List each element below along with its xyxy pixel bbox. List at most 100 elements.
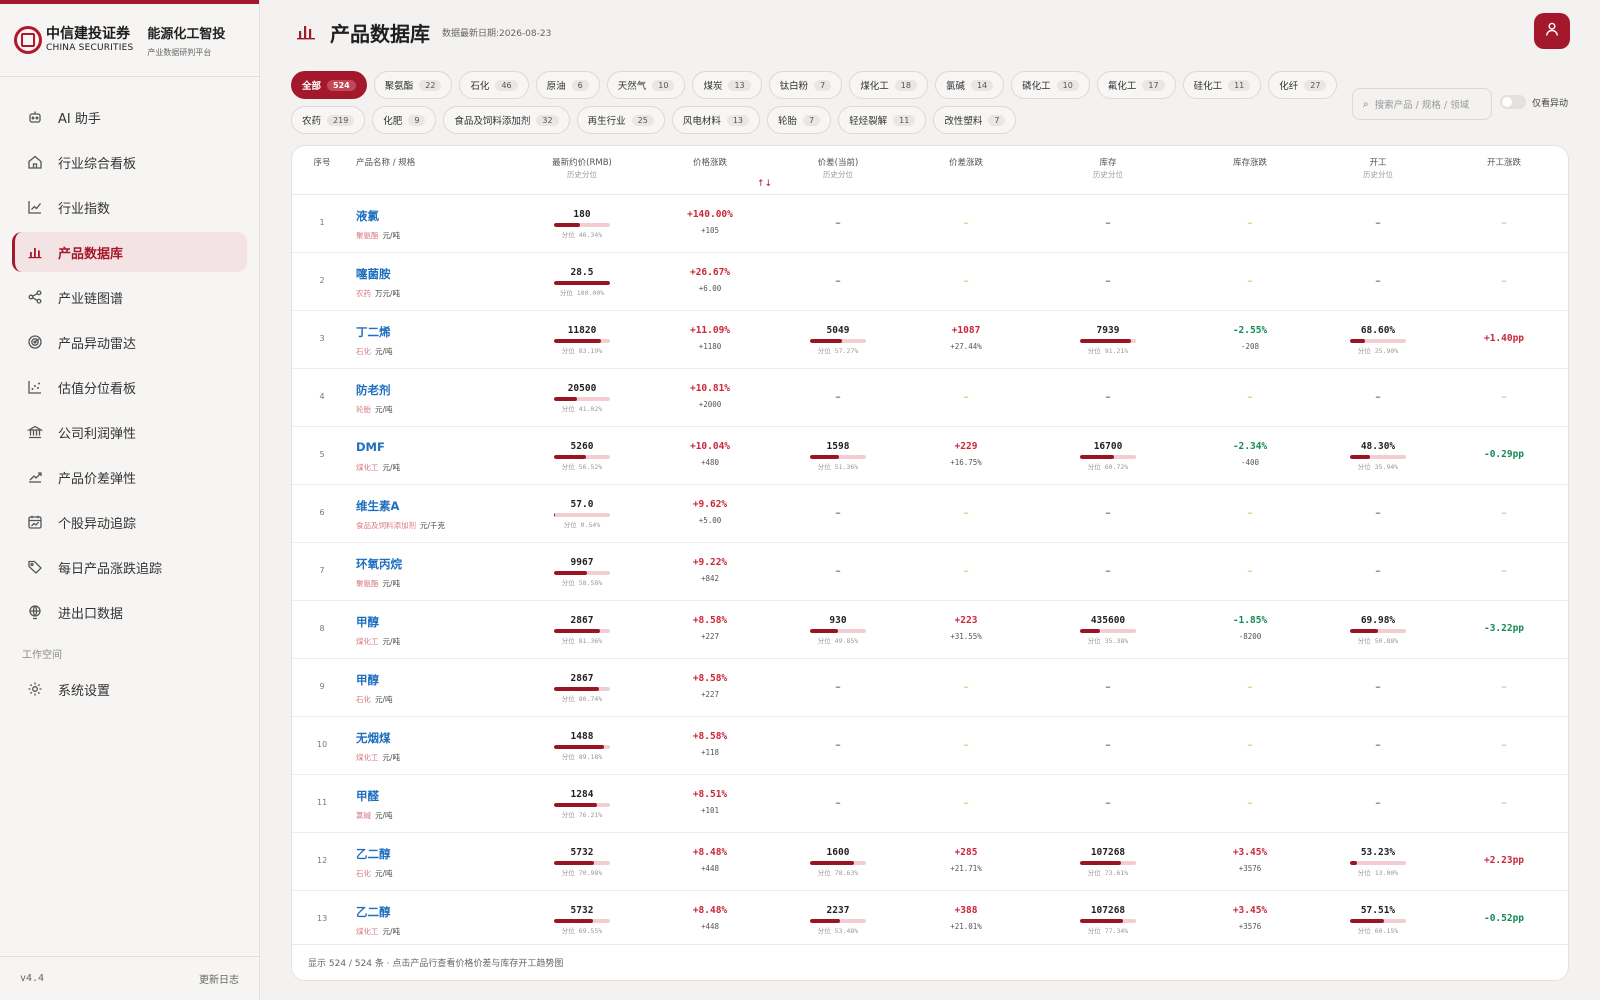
operating-change-empty: – xyxy=(1501,564,1507,577)
sidebar-item-6[interactable]: 估值分位看板 xyxy=(12,367,247,407)
filter-chip[interactable]: 风电材料 13 xyxy=(671,106,761,134)
row-index: 12 xyxy=(317,856,328,865)
sidebar-item-4[interactable]: 产业链图谱 xyxy=(12,277,247,317)
col-stock[interactable]: 库存 历史分位 xyxy=(1068,158,1148,180)
row-index: 11 xyxy=(317,798,328,807)
product-name-link[interactable]: 噻菌胺 xyxy=(356,266,391,282)
chip-count-badge: 524 xyxy=(327,79,356,91)
col-operating[interactable]: 开工 历史分位 xyxy=(1338,158,1418,180)
sort-arrows-icon[interactable]: ↑↓ xyxy=(757,179,772,189)
search-input[interactable]: ⌕ 搜索产品 / 规格 / 领域 xyxy=(1352,88,1492,120)
price-change-cell-value: +140.00% xyxy=(687,209,733,220)
col-operating-change[interactable]: 开工涨跌 xyxy=(1464,158,1544,170)
bar-chart-icon xyxy=(26,243,44,261)
filter-chip[interactable]: 轻烃裂解 11 xyxy=(838,106,927,134)
filter-chip[interactable]: 化纤 27 xyxy=(1268,71,1338,99)
product-name-link[interactable]: 丁二烯 xyxy=(356,324,391,340)
table-row[interactable]: 5 DMF 煤化工 元/吨 5260 分位 56.52% +10.04% +480 1598 分位… xyxy=(292,427,1568,485)
product-meta: 煤化工 元/吨 xyxy=(356,636,400,647)
filter-chip[interactable]: 轮胎 7 xyxy=(767,106,832,134)
price-cell-percentile: 分位 83.19% xyxy=(561,347,603,355)
col-spread-change[interactable]: 价差涨跌 xyxy=(926,158,1006,170)
filter-chip[interactable]: 改性塑料 7 xyxy=(933,106,1017,134)
filter-chip[interactable]: 全部 524 xyxy=(291,71,367,99)
sidebar-item-7[interactable]: 公司利润弹性 xyxy=(12,412,247,452)
stock-change-empty: – xyxy=(1247,274,1253,287)
price-cell-percentile: 分位 100.00% xyxy=(559,289,605,297)
table-row[interactable]: 13 乙二醇 煤化工 元/吨 5732 分位 69.55% +8.48% +448 2237 分位… xyxy=(292,891,1568,949)
stock-change-empty: – xyxy=(1247,390,1253,403)
chip-count-badge: 219 xyxy=(327,114,355,126)
table-row[interactable]: 10 无烟煤 煤化工 元/吨 1488 分位 89.18% +8.58% +118 – – – – – – xyxy=(292,717,1568,775)
product-meta: 食品及饲料添加剂 元/千克 xyxy=(356,520,445,531)
filter-chip[interactable]: 化肥 9 xyxy=(372,106,437,134)
product-name-link[interactable]: 乙二醇 xyxy=(356,846,391,862)
price-cell-value: 180 xyxy=(573,209,591,220)
sidebar-item-9[interactable]: 个股异动追踪 xyxy=(12,502,247,542)
row-index: 7 xyxy=(319,566,325,575)
table-row[interactable]: 8 甲醇 煤化工 元/吨 2867 分位 81.36% +8.58% +227 930 分位 49… xyxy=(292,601,1568,659)
sidebar-item-5[interactable]: 产品异动雷达 xyxy=(12,322,247,362)
sidebar-item-3[interactable]: 产品数据库 xyxy=(12,232,247,272)
product-name-link[interactable]: DMF xyxy=(356,440,385,454)
filter-chip[interactable]: 再生行业 25 xyxy=(576,106,665,134)
spread-change-cell-sub: +21.01% xyxy=(950,922,982,931)
price-cell: 5732 分位 70.98% xyxy=(542,847,622,877)
table-row[interactable]: 7 环氧丙烷 聚氨酯 元/吨 9967 分位 58.58% +9.22% +842 – – – – – – xyxy=(292,543,1568,601)
filter-chip[interactable]: 聚氨酯 22 xyxy=(373,71,453,99)
filter-chip[interactable]: 钛白粉 7 xyxy=(768,71,843,99)
table-row[interactable]: 11 甲醛 氯碱 元/吨 1284 分位 76.21% +8.51% +101 – – – – – – xyxy=(292,775,1568,833)
filter-chip[interactable]: 硅化工 11 xyxy=(1182,71,1262,99)
sidebar-item-label: 估值分位看板 xyxy=(58,381,137,397)
sidebar-item-2[interactable]: 行业指数 xyxy=(12,187,247,227)
product-category: 食品及饲料添加剂 xyxy=(356,521,416,530)
changelog-link[interactable]: 更新日志 xyxy=(199,971,239,986)
filter-chip[interactable]: 原油 6 xyxy=(535,71,600,99)
filter-chip[interactable]: 天然气 10 xyxy=(606,71,686,99)
filter-chip[interactable]: 农药 219 xyxy=(291,106,366,134)
filter-chip[interactable]: 氟化工 17 xyxy=(1096,71,1176,99)
filter-chip[interactable]: 氯碱 14 xyxy=(934,71,1005,99)
product-name-link[interactable]: 无烟煤 xyxy=(356,730,391,746)
row-index: 2 xyxy=(319,276,325,285)
filter-chip[interactable]: 煤炭 13 xyxy=(692,71,762,99)
table-row[interactable]: 3 丁二烯 石化 元/吨 11820 分位 83.19% +11.09% +1180 5049 分… xyxy=(292,311,1568,369)
sidebar-item-11[interactable]: 进出口数据 xyxy=(12,592,247,632)
sidebar-item-10[interactable]: 每日产品涨跌追踪 xyxy=(12,547,247,587)
chip-label: 煤炭 xyxy=(703,81,723,92)
percentile-bar-fill xyxy=(554,629,600,633)
table-row[interactable]: 12 乙二醇 石化 元/吨 5732 分位 70.98% +8.48% +448 1600 分位 … xyxy=(292,833,1568,891)
anomaly-only-toggle[interactable]: 仅看异动 xyxy=(1500,95,1568,109)
col-spread[interactable]: 价差(当前) 历史分位 xyxy=(798,158,878,180)
product-name-link[interactable]: 甲醇 xyxy=(356,614,379,630)
toggle-switch[interactable] xyxy=(1500,95,1526,109)
product-name-link[interactable]: 环氧丙烷 xyxy=(356,556,402,572)
col-price[interactable]: 最新约价(RMB) 历史分位 xyxy=(542,158,622,180)
product-name-link[interactable]: 维生素A xyxy=(356,498,399,514)
filter-chip[interactable]: 食品及饲料添加剂 32 xyxy=(443,106,570,134)
product-name-link[interactable]: 液氯 xyxy=(356,208,379,224)
version-label: v4.4 xyxy=(20,973,45,984)
filter-chip[interactable]: 煤化工 18 xyxy=(849,71,928,99)
table-row[interactable]: 4 防老剂 轮胎 元/吨 20500 分位 41.02% +10.81% +2000 – – – – –… xyxy=(292,369,1568,427)
product-name-link[interactable]: 防老剂 xyxy=(356,382,391,398)
chip-count-badge: 7 xyxy=(803,114,821,126)
table-row[interactable]: 6 维生素A 食品及饲料添加剂 元/千克 57.0 分位 0.54% +9.62% +5.00… xyxy=(292,485,1568,543)
operating-change-empty: – xyxy=(1501,216,1507,229)
sidebar-item-0[interactable]: AI 助手 xyxy=(12,97,247,137)
operating-empty: – xyxy=(1375,680,1381,693)
sidebar-item-8[interactable]: 产品价差弹性 xyxy=(12,457,247,497)
product-name-link[interactable]: 乙二醇 xyxy=(356,904,391,920)
table-row[interactable]: 2 噻菌胺 农药 万元/吨 28.5 分位 100.00% +26.67% +6.00 – – – –… xyxy=(292,253,1568,311)
product-name-link[interactable]: 甲醇 xyxy=(356,672,379,688)
user-avatar-button[interactable] xyxy=(1534,13,1570,49)
filter-chip[interactable]: 磷化工 10 xyxy=(1011,71,1090,99)
product-name-link[interactable]: 甲醛 xyxy=(356,788,379,804)
col-price-change[interactable]: 价格涨跌 xyxy=(670,158,750,170)
sidebar-item-settings[interactable]: 系统设置 xyxy=(12,669,247,709)
table-row[interactable]: 9 甲醇 石化 元/吨 2867 分位 80.74% +8.58% +227 – – – – – – xyxy=(292,659,1568,717)
col-stock-change[interactable]: 库存涨跌 xyxy=(1210,158,1290,170)
table-row[interactable]: 1 液氯 聚氨酯 元/吨 180 分位 46.34% +140.00% +105 – – – – – – xyxy=(292,195,1568,253)
sidebar-item-1[interactable]: 行业综合看板 xyxy=(12,142,247,182)
filter-chip[interactable]: 石化 46 xyxy=(459,71,529,99)
